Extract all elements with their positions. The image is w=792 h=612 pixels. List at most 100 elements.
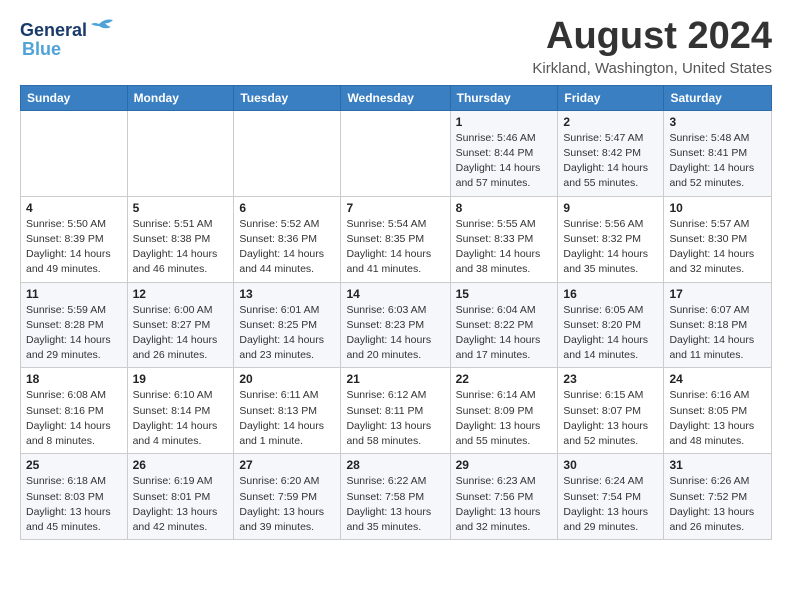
day-cell: 22 Sunrise: 6:14 AM Sunset: 8:09 PM Dayli… (450, 368, 558, 454)
day-info: Sunrise: 5:55 AM Sunset: 8:33 PM Dayligh… (456, 217, 553, 278)
day-number: 2 (563, 115, 658, 129)
col-saturday: Saturday (664, 85, 772, 110)
day-number: 9 (563, 201, 658, 215)
day-cell: 15Sunrise: 6:04 AM Sunset: 8:22 PM Dayli… (450, 282, 558, 368)
day-number: 19 (133, 372, 229, 386)
day-info: Sunrise: 5:57 AM Sunset: 8:30 PM Dayligh… (669, 217, 766, 278)
day-cell: 11 Sunrise: 5:59 AM Sunset: 8:28 PM Dayli… (21, 282, 128, 368)
day-cell: 26 Sunrise: 6:19 AM Sunset: 8:01 PM Dayli… (127, 454, 234, 540)
day-info: Sunrise: 6:10 AM Sunset: 8:14 PM Dayligh… (133, 388, 229, 449)
day-cell: 3 Sunrise: 5:48 AM Sunset: 8:41 PM Daylig… (664, 110, 772, 196)
day-info: Sunrise: 6:11 AM Sunset: 8:13 PM Dayligh… (239, 388, 335, 449)
col-sunday: Sunday (21, 85, 128, 110)
day-number: 12 (133, 287, 229, 301)
day-number: 29 (456, 458, 553, 472)
col-monday: Monday (127, 85, 234, 110)
calendar-table: Sunday Monday Tuesday Wednesday Thursday… (20, 85, 772, 540)
day-cell: 1 Sunrise: 5:46 AM Sunset: 8:44 PM Daylig… (450, 110, 558, 196)
day-info: Sunrise: 6:01 AM Sunset: 8:25 PM Dayligh… (239, 303, 335, 364)
day-number: 25 (26, 458, 122, 472)
day-number: 15 (456, 287, 553, 301)
day-number: 14 (346, 287, 444, 301)
day-cell: 4 Sunrise: 5:50 AM Sunset: 8:39 PM Daylig… (21, 196, 128, 282)
day-info: Sunrise: 5:59 AM Sunset: 8:28 PM Dayligh… (26, 303, 122, 364)
logo-bird-icon (89, 16, 115, 39)
day-cell: 21Sunrise: 6:12 AM Sunset: 8:11 PM Dayli… (341, 368, 450, 454)
day-number: 1 (456, 115, 553, 129)
day-info: Sunrise: 5:47 AM Sunset: 8:42 PM Dayligh… (563, 131, 658, 192)
page-subtitle: Kirkland, Washington, United States (532, 60, 772, 77)
day-number: 4 (26, 201, 122, 215)
day-cell: 10 Sunrise: 5:57 AM Sunset: 8:30 PM Dayli… (664, 196, 772, 282)
day-info: Sunrise: 6:15 AM Sunset: 8:07 PM Dayligh… (563, 388, 658, 449)
day-info: Sunrise: 5:52 AM Sunset: 8:36 PM Dayligh… (239, 217, 335, 278)
day-cell: 25 Sunrise: 6:18 AM Sunset: 8:03 PM Dayli… (21, 454, 128, 540)
day-info: Sunrise: 6:03 AM Sunset: 8:23 PM Dayligh… (346, 303, 444, 364)
col-wednesday: Wednesday (341, 85, 450, 110)
calendar-body: 1 Sunrise: 5:46 AM Sunset: 8:44 PM Daylig… (21, 110, 772, 539)
day-info: Sunrise: 6:23 AM Sunset: 7:56 PM Dayligh… (456, 474, 553, 535)
day-number: 22 (456, 372, 553, 386)
day-info: Sunrise: 6:18 AM Sunset: 8:03 PM Dayligh… (26, 474, 122, 535)
logo-blue-text: Blue (22, 39, 61, 59)
day-number: 6 (239, 201, 335, 215)
day-number: 30 (563, 458, 658, 472)
day-number: 18 (26, 372, 122, 386)
day-info: Sunrise: 6:19 AM Sunset: 8:01 PM Dayligh… (133, 474, 229, 535)
day-info: Sunrise: 6:22 AM Sunset: 7:58 PM Dayligh… (346, 474, 444, 535)
day-cell: 8 Sunrise: 5:55 AM Sunset: 8:33 PM Daylig… (450, 196, 558, 282)
day-info: Sunrise: 5:48 AM Sunset: 8:41 PM Dayligh… (669, 131, 766, 192)
day-info: Sunrise: 5:54 AM Sunset: 8:35 PM Dayligh… (346, 217, 444, 278)
day-cell: 30Sunrise: 6:24 AM Sunset: 7:54 PM Dayli… (558, 454, 664, 540)
day-number: 31 (669, 458, 766, 472)
day-cell: 17 Sunrise: 6:07 AM Sunset: 8:18 PM Dayli… (664, 282, 772, 368)
day-info: Sunrise: 6:07 AM Sunset: 8:18 PM Dayligh… (669, 303, 766, 364)
col-tuesday: Tuesday (234, 85, 341, 110)
day-cell: 24Sunrise: 6:16 AM Sunset: 8:05 PM Dayli… (664, 368, 772, 454)
week-row-3: 18 Sunrise: 6:08 AM Sunset: 8:16 PM Dayli… (21, 368, 772, 454)
day-cell: 23 Sunrise: 6:15 AM Sunset: 8:07 PM Dayli… (558, 368, 664, 454)
day-number: 11 (26, 287, 122, 301)
day-cell: 5Sunrise: 5:51 AM Sunset: 8:38 PM Daylig… (127, 196, 234, 282)
day-number: 20 (239, 372, 335, 386)
day-number: 26 (133, 458, 229, 472)
day-cell: 13Sunrise: 6:01 AM Sunset: 8:25 PM Dayli… (234, 282, 341, 368)
day-cell (234, 110, 341, 196)
week-row-1: 4 Sunrise: 5:50 AM Sunset: 8:39 PM Daylig… (21, 196, 772, 282)
logo-general-text: General (20, 20, 87, 41)
day-cell: 27Sunrise: 6:20 AM Sunset: 7:59 PM Dayli… (234, 454, 341, 540)
day-number: 21 (346, 372, 444, 386)
day-number: 3 (669, 115, 766, 129)
day-number: 23 (563, 372, 658, 386)
day-info: Sunrise: 6:14 AM Sunset: 8:09 PM Dayligh… (456, 388, 553, 449)
day-cell: 14 Sunrise: 6:03 AM Sunset: 8:23 PM Dayli… (341, 282, 450, 368)
day-cell: 20 Sunrise: 6:11 AM Sunset: 8:13 PM Dayli… (234, 368, 341, 454)
day-info: Sunrise: 5:50 AM Sunset: 8:39 PM Dayligh… (26, 217, 122, 278)
week-row-2: 11 Sunrise: 5:59 AM Sunset: 8:28 PM Dayli… (21, 282, 772, 368)
day-cell (21, 110, 128, 196)
day-info: Sunrise: 6:08 AM Sunset: 8:16 PM Dayligh… (26, 388, 122, 449)
page-title: August 2024 (532, 16, 772, 58)
day-info: Sunrise: 6:16 AM Sunset: 8:05 PM Dayligh… (669, 388, 766, 449)
day-number: 16 (563, 287, 658, 301)
day-number: 7 (346, 201, 444, 215)
day-number: 8 (456, 201, 553, 215)
header-row: Sunday Monday Tuesday Wednesday Thursday… (21, 85, 772, 110)
day-cell: 16Sunrise: 6:05 AM Sunset: 8:20 PM Dayli… (558, 282, 664, 368)
day-number: 28 (346, 458, 444, 472)
day-cell: 12Sunrise: 6:00 AM Sunset: 8:27 PM Dayli… (127, 282, 234, 368)
day-number: 10 (669, 201, 766, 215)
logo: General Blue (20, 16, 115, 60)
day-cell: 29 Sunrise: 6:23 AM Sunset: 7:56 PM Dayli… (450, 454, 558, 540)
title-area: August 2024 Kirkland, Washington, United… (532, 16, 772, 77)
day-cell: 9Sunrise: 5:56 AM Sunset: 8:32 PM Daylig… (558, 196, 664, 282)
day-cell: 19 Sunrise: 6:10 AM Sunset: 8:14 PM Dayli… (127, 368, 234, 454)
day-info: Sunrise: 5:46 AM Sunset: 8:44 PM Dayligh… (456, 131, 553, 192)
day-cell: 31Sunrise: 6:26 AM Sunset: 7:52 PM Dayli… (664, 454, 772, 540)
col-thursday: Thursday (450, 85, 558, 110)
week-row-4: 25 Sunrise: 6:18 AM Sunset: 8:03 PM Dayli… (21, 454, 772, 540)
week-row-0: 1 Sunrise: 5:46 AM Sunset: 8:44 PM Daylig… (21, 110, 772, 196)
day-number: 17 (669, 287, 766, 301)
day-cell: 18 Sunrise: 6:08 AM Sunset: 8:16 PM Dayli… (21, 368, 128, 454)
day-number: 27 (239, 458, 335, 472)
